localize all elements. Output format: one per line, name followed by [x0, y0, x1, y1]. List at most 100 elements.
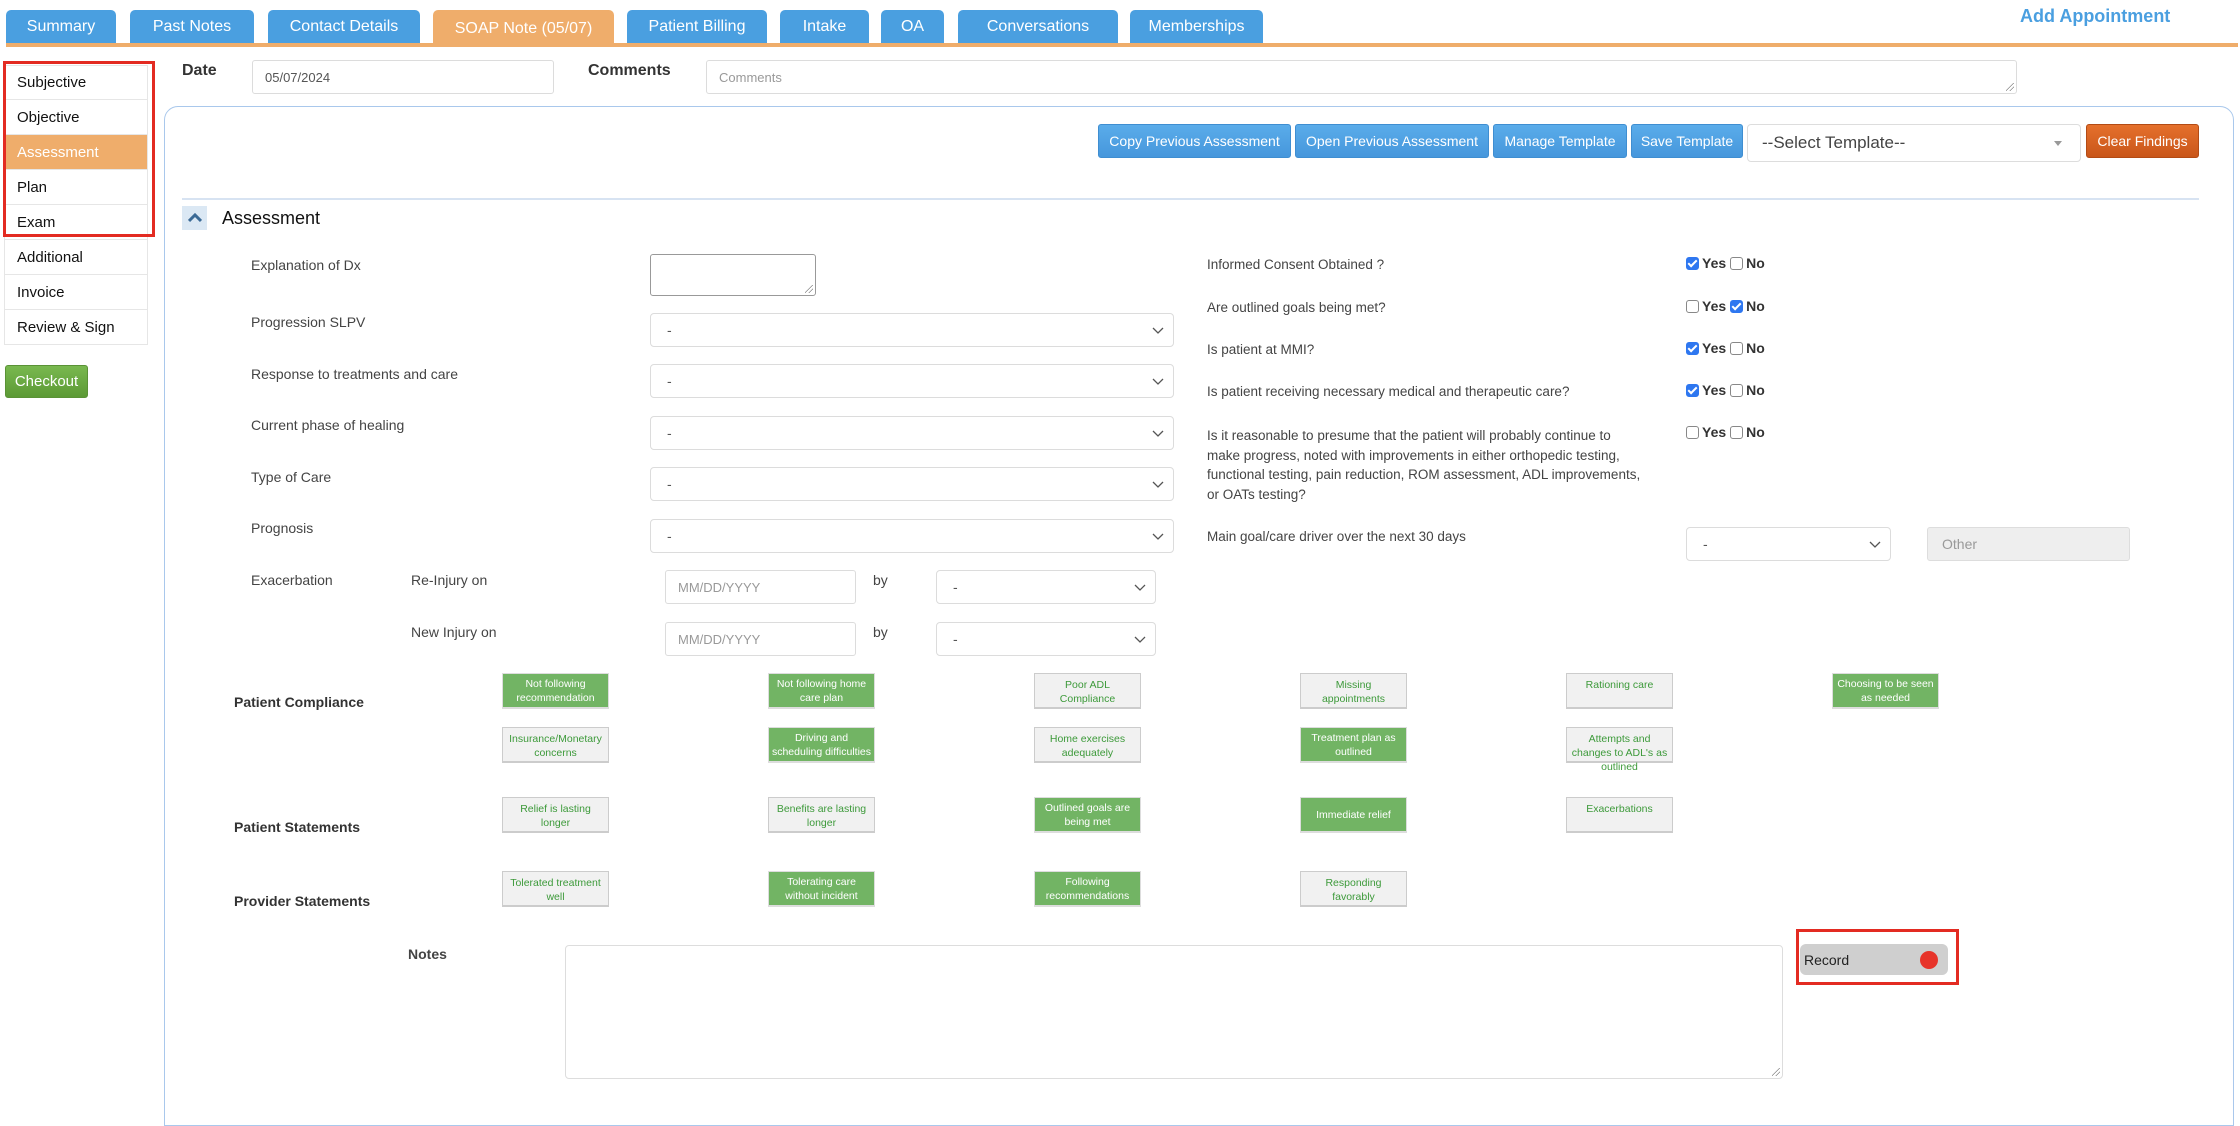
- nav-item-subjective[interactable]: Subjective: [4, 65, 148, 100]
- tab-intake[interactable]: Intake: [780, 10, 869, 43]
- yes-checkbox[interactable]: [1686, 383, 1699, 397]
- field-label-progression-slpv: Progression SLPV: [251, 314, 366, 330]
- provider-statement-option[interactable]: Tolerating care without incident: [768, 871, 875, 907]
- type-of-care-select[interactable]: -: [650, 467, 1174, 501]
- no-checkbox[interactable]: [1730, 299, 1744, 313]
- patient-statement-option[interactable]: Exacerbations: [1566, 797, 1673, 833]
- phase-of-healing-select[interactable]: -: [650, 416, 1174, 450]
- provider-statement-option[interactable]: Following recommendations: [1034, 871, 1141, 907]
- main-goal-select[interactable]: -: [1686, 527, 1891, 561]
- patient-statement-option[interactable]: Relief is lasting longer: [502, 797, 609, 833]
- progression-slpv-select[interactable]: -: [650, 313, 1174, 347]
- patient-compliance-option[interactable]: Home exercises adequately: [1034, 727, 1141, 763]
- new-injury-by-select[interactable]: -: [936, 622, 1156, 656]
- tab-contact-details[interactable]: Contact Details: [268, 10, 420, 43]
- no-checkbox[interactable]: [1730, 256, 1744, 270]
- reinjury-date-input[interactable]: MM/DD/YYYY: [665, 570, 856, 604]
- provider-statement-option[interactable]: Responding favorably: [1300, 871, 1407, 907]
- patient-compliance-option[interactable]: Poor ADL Compliance: [1034, 673, 1141, 709]
- nav-item-objective[interactable]: Objective: [4, 100, 148, 135]
- field-label-explanation-dx: Explanation of Dx: [251, 257, 361, 273]
- new-injury-date-input[interactable]: MM/DD/YYYY: [665, 622, 856, 656]
- yes-checkbox[interactable]: [1686, 256, 1699, 270]
- reinjury-by-label: by: [873, 572, 888, 588]
- template-select[interactable]: --Select Template--: [1747, 124, 2081, 162]
- patient-statement-option[interactable]: Outlined goals are being met: [1034, 797, 1141, 833]
- nav-item-exam[interactable]: Exam: [4, 205, 148, 240]
- resize-grip-icon[interactable]: [2006, 83, 2014, 91]
- add-appointment-link[interactable]: Add Appointment: [2020, 6, 2170, 27]
- yes-no-necessary-care: Yes No: [1686, 382, 1769, 398]
- tab-memberships[interactable]: Memberships: [1130, 10, 1263, 43]
- explanation-dx-textarea[interactable]: [650, 254, 816, 296]
- open-previous-assessment-button[interactable]: Open Previous Assessment: [1295, 124, 1489, 158]
- yes-label: Yes: [1702, 340, 1727, 356]
- record-label: Record: [1804, 951, 1850, 968]
- nav-item-assessment[interactable]: Assessment: [4, 135, 148, 170]
- patient-compliance-option[interactable]: Insurance/Monetary concerns: [502, 727, 609, 763]
- patient-statements-label: Patient Statements: [234, 819, 361, 835]
- chevron-down-icon: [1869, 541, 1881, 548]
- checkout-button[interactable]: Checkout: [5, 365, 88, 398]
- collapse-section-button[interactable]: [182, 206, 207, 230]
- manage-template-button[interactable]: Manage Template: [1493, 124, 1627, 158]
- date-label: Date: [182, 62, 217, 79]
- resize-grip-icon[interactable]: [1772, 1068, 1780, 1076]
- clear-findings-button[interactable]: Clear Findings: [2086, 124, 2199, 158]
- no-label: No: [1746, 424, 1765, 440]
- yes-checkbox[interactable]: [1686, 341, 1699, 355]
- chevron-down-icon: [1134, 584, 1146, 591]
- patient-statement-option[interactable]: Benefits are lasting longer: [768, 797, 875, 833]
- yes-label: Yes: [1702, 424, 1727, 440]
- chevron-down-icon: [1152, 430, 1164, 437]
- patient-compliance-option[interactable]: Rationing care: [1566, 673, 1673, 709]
- tab-oa[interactable]: OA: [881, 10, 944, 43]
- nav-item-plan[interactable]: Plan: [4, 170, 148, 205]
- tab-soap-note[interactable]: SOAP Note (05/07): [433, 10, 614, 47]
- patient-compliance-option[interactable]: Missing appointments: [1300, 673, 1407, 709]
- patient-compliance-option[interactable]: Not following home care plan: [768, 673, 875, 709]
- resize-grip-icon[interactable]: [805, 285, 813, 293]
- nav-item-invoice[interactable]: Invoice: [4, 275, 148, 310]
- date-input[interactable]: 05/07/2024: [252, 60, 554, 94]
- yes-no-continue-progress: Yes No: [1686, 424, 1769, 440]
- yes-checkbox[interactable]: [1686, 299, 1699, 313]
- patient-compliance-option[interactable]: Driving and scheduling difficulties: [768, 727, 875, 763]
- save-template-button[interactable]: Save Template: [1631, 124, 1743, 158]
- tab-bar: Summary Past Notes Contact Details SOAP …: [0, 0, 2240, 48]
- yes-label: Yes: [1702, 255, 1727, 271]
- field-label-type-of-care: Type of Care: [251, 469, 332, 485]
- copy-previous-assessment-button[interactable]: Copy Previous Assessment: [1098, 124, 1291, 158]
- no-checkbox[interactable]: [1730, 383, 1744, 397]
- nav-item-additional[interactable]: Additional: [4, 240, 148, 275]
- question-continue-progress: Is it reasonable to presume that the pat…: [1207, 428, 1641, 502]
- patient-compliance-option[interactable]: Not following recommendation: [502, 673, 609, 709]
- tab-summary[interactable]: Summary: [6, 10, 116, 43]
- tab-conversations[interactable]: Conversations: [958, 10, 1118, 43]
- record-button[interactable]: Record: [1800, 944, 1948, 975]
- main-goal-other-input[interactable]: Other: [1927, 527, 2130, 561]
- yes-checkbox[interactable]: [1686, 425, 1699, 439]
- field-label-phase-of-healing: Current phase of healing: [251, 417, 405, 433]
- patient-compliance-option[interactable]: Treatment plan as outlined: [1300, 727, 1407, 763]
- tab-past-notes[interactable]: Past Notes: [130, 10, 254, 43]
- tab-patient-billing[interactable]: Patient Billing: [627, 10, 767, 43]
- yes-no-goals-met: Yes No: [1686, 298, 1769, 314]
- provider-statement-option[interactable]: Tolerated treatment well: [502, 871, 609, 907]
- select-value: -: [953, 579, 958, 595]
- notes-textarea[interactable]: [565, 945, 1783, 1079]
- reinjury-by-select[interactable]: -: [936, 570, 1156, 604]
- comments-label: Comments: [588, 62, 671, 79]
- patient-compliance-option[interactable]: Attempts and changes to ADL's as outline…: [1566, 727, 1673, 773]
- patient-statement-option[interactable]: Immediate relief: [1300, 797, 1407, 833]
- no-checkbox[interactable]: [1730, 425, 1744, 439]
- patient-compliance-option[interactable]: Choosing to be seen as needed: [1832, 673, 1939, 709]
- no-checkbox[interactable]: [1730, 341, 1744, 355]
- prognosis-select[interactable]: -: [650, 519, 1174, 553]
- yes-label: Yes: [1702, 298, 1727, 314]
- exacerbation-label: Exacerbation: [251, 572, 333, 588]
- comments-input[interactable]: Comments: [706, 60, 2017, 94]
- nav-item-review-sign[interactable]: Review & Sign: [4, 310, 148, 345]
- template-select-value: --Select Template--: [1762, 133, 1906, 152]
- response-select[interactable]: -: [650, 364, 1174, 398]
